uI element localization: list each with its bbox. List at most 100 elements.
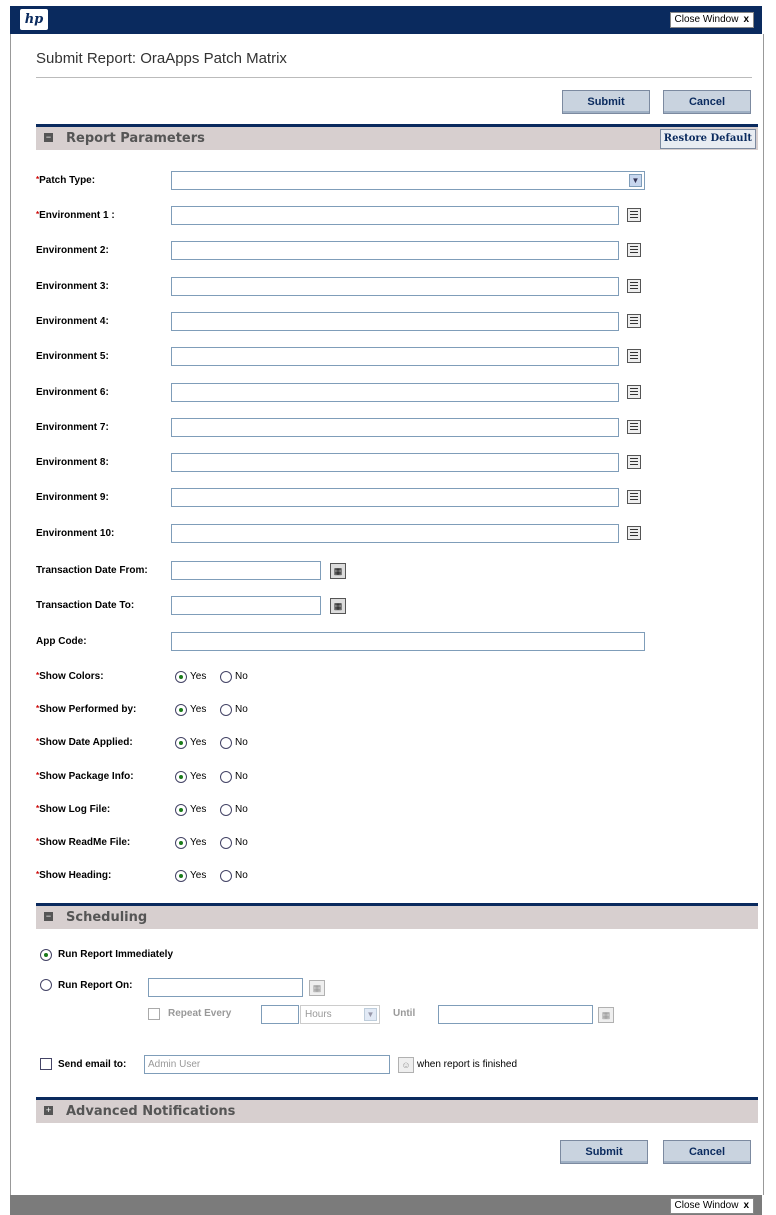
- calendar-icon[interactable]: ▦: [598, 1007, 614, 1023]
- section-title: Report Parameters: [66, 131, 205, 146]
- yes-label: Yes: [190, 737, 207, 749]
- yes-radio[interactable]: [175, 837, 187, 849]
- app-code-label: App Code:: [36, 636, 87, 647]
- option-label: *Show Date Applied:: [36, 737, 133, 749]
- list-picker-icon[interactable]: [627, 243, 641, 258]
- option-label: *Show Log File:: [36, 803, 111, 815]
- option-label: *Show Performed by:: [36, 704, 137, 716]
- run-immediately-radio[interactable]: [40, 949, 52, 961]
- cancel-button-top[interactable]: Cancel: [663, 90, 751, 114]
- restore-default-button[interactable]: Restore Default: [659, 129, 756, 149]
- close-window-button[interactable]: Close Window x: [669, 12, 754, 28]
- no-radio[interactable]: [220, 671, 232, 683]
- bottom-bar: Close Window x: [10, 1195, 762, 1215]
- interval-unit-select[interactable]: Hours ▼: [300, 1005, 380, 1024]
- yes-label: Yes: [190, 671, 207, 682]
- chevron-down-icon[interactable]: ▼: [364, 1008, 377, 1021]
- environment-label: Environment 7:: [36, 421, 109, 433]
- chevron-down-icon[interactable]: ▼: [629, 174, 642, 187]
- submit-button-bottom[interactable]: Submit: [560, 1140, 648, 1164]
- no-label: No: [235, 671, 248, 682]
- run-on-date-input[interactable]: [148, 978, 303, 997]
- transaction-date-to-label: Transaction Date To:: [36, 600, 135, 611]
- no-label: No: [235, 870, 248, 882]
- environment-input[interactable]: [171, 347, 619, 367]
- repeat-every-checkbox[interactable]: [148, 1008, 160, 1020]
- section-title: Advanced Notifications: [66, 1104, 236, 1119]
- send-email-checkbox[interactable]: [40, 1058, 52, 1070]
- page-title: Submit Report: OraApps Patch Matrix: [36, 50, 287, 67]
- collapse-icon[interactable]: −: [44, 912, 53, 921]
- environment-input[interactable]: [171, 453, 619, 473]
- report-parameters-header[interactable]: − Report Parameters Restore Default: [36, 124, 758, 150]
- yes-radio[interactable]: [175, 671, 187, 683]
- list-picker-icon[interactable]: [627, 278, 641, 293]
- yes-radio[interactable]: [175, 803, 187, 816]
- yes-radio[interactable]: [175, 770, 187, 783]
- environment-label: Environment 9:: [36, 492, 109, 504]
- list-picker-icon[interactable]: [627, 455, 641, 470]
- environment-input[interactable]: [171, 523, 619, 543]
- no-radio[interactable]: [220, 803, 232, 816]
- cancel-button-bottom[interactable]: Cancel: [663, 1140, 751, 1164]
- scheduling-header[interactable]: − Scheduling: [36, 903, 758, 929]
- environment-input[interactable]: [171, 311, 619, 331]
- environment-label: *Environment 1 :: [36, 210, 115, 221]
- yes-label: Yes: [190, 837, 207, 848]
- collapse-icon[interactable]: −: [44, 133, 53, 142]
- yes-label: Yes: [190, 704, 207, 716]
- patch-type-select[interactable]: ▼: [171, 171, 645, 190]
- expand-icon[interactable]: +: [44, 1106, 53, 1115]
- environment-label: Environment 10:: [36, 527, 115, 539]
- yes-label: Yes: [190, 803, 207, 815]
- no-radio[interactable]: [220, 837, 232, 849]
- patch-type-label: *Patch Type:: [36, 175, 96, 186]
- list-picker-icon[interactable]: [627, 525, 641, 540]
- app-code-input[interactable]: [171, 632, 645, 651]
- close-window-button[interactable]: Close Window x: [669, 1198, 754, 1214]
- submit-button-top[interactable]: Submit: [562, 90, 650, 114]
- environment-label: Environment 5:: [36, 351, 109, 363]
- environment-input[interactable]: [171, 206, 619, 225]
- repeat-interval-input[interactable]: [261, 1005, 299, 1024]
- user-lookup-icon[interactable]: ☺: [398, 1057, 414, 1073]
- run-on-label: Run Report On:: [58, 980, 133, 991]
- repeat-every-label: Repeat Every: [168, 1008, 232, 1019]
- top-bar: hp Close Window x: [10, 6, 762, 34]
- close-icon: x: [743, 14, 749, 25]
- list-picker-icon[interactable]: [627, 349, 641, 364]
- option-label: *Show ReadMe File:: [36, 837, 131, 848]
- no-label: No: [235, 837, 248, 848]
- close-icon: x: [743, 1200, 749, 1211]
- run-on-radio[interactable]: [40, 979, 52, 991]
- advanced-notifications-header[interactable]: + Advanced Notifications: [36, 1097, 758, 1123]
- no-label: No: [235, 803, 248, 815]
- no-radio[interactable]: [220, 770, 232, 783]
- send-email-label: Send email to:: [58, 1059, 127, 1070]
- environment-label: Environment 3:: [36, 280, 109, 292]
- environment-label: Environment 6:: [36, 386, 109, 398]
- list-picker-icon[interactable]: [627, 419, 641, 434]
- list-picker-icon[interactable]: [627, 208, 641, 222]
- calendar-icon[interactable]: ▦: [330, 563, 346, 579]
- list-picker-icon[interactable]: [627, 384, 641, 399]
- transaction-date-to-input[interactable]: [171, 596, 321, 615]
- option-label: *Show Heading:: [36, 870, 112, 882]
- option-label: *Show Colors:: [36, 671, 104, 682]
- list-picker-icon[interactable]: [627, 490, 641, 505]
- environment-input[interactable]: [171, 276, 619, 296]
- transaction-date-from-input[interactable]: [171, 561, 321, 580]
- title-divider: [36, 77, 752, 78]
- section-title: Scheduling: [66, 910, 148, 925]
- list-picker-icon[interactable]: [627, 313, 641, 328]
- environment-input[interactable]: [171, 241, 619, 261]
- email-recipient-input[interactable]: Admin User: [144, 1055, 390, 1074]
- environment-input[interactable]: [171, 382, 619, 402]
- calendar-icon[interactable]: ▦: [309, 980, 325, 996]
- calendar-icon[interactable]: ▦: [330, 598, 346, 614]
- run-immediately-label: Run Report Immediately: [58, 949, 174, 960]
- environment-label: Environment 4:: [36, 315, 109, 327]
- until-date-input[interactable]: [438, 1005, 593, 1024]
- environment-input[interactable]: [171, 417, 619, 437]
- environment-input[interactable]: [171, 488, 619, 508]
